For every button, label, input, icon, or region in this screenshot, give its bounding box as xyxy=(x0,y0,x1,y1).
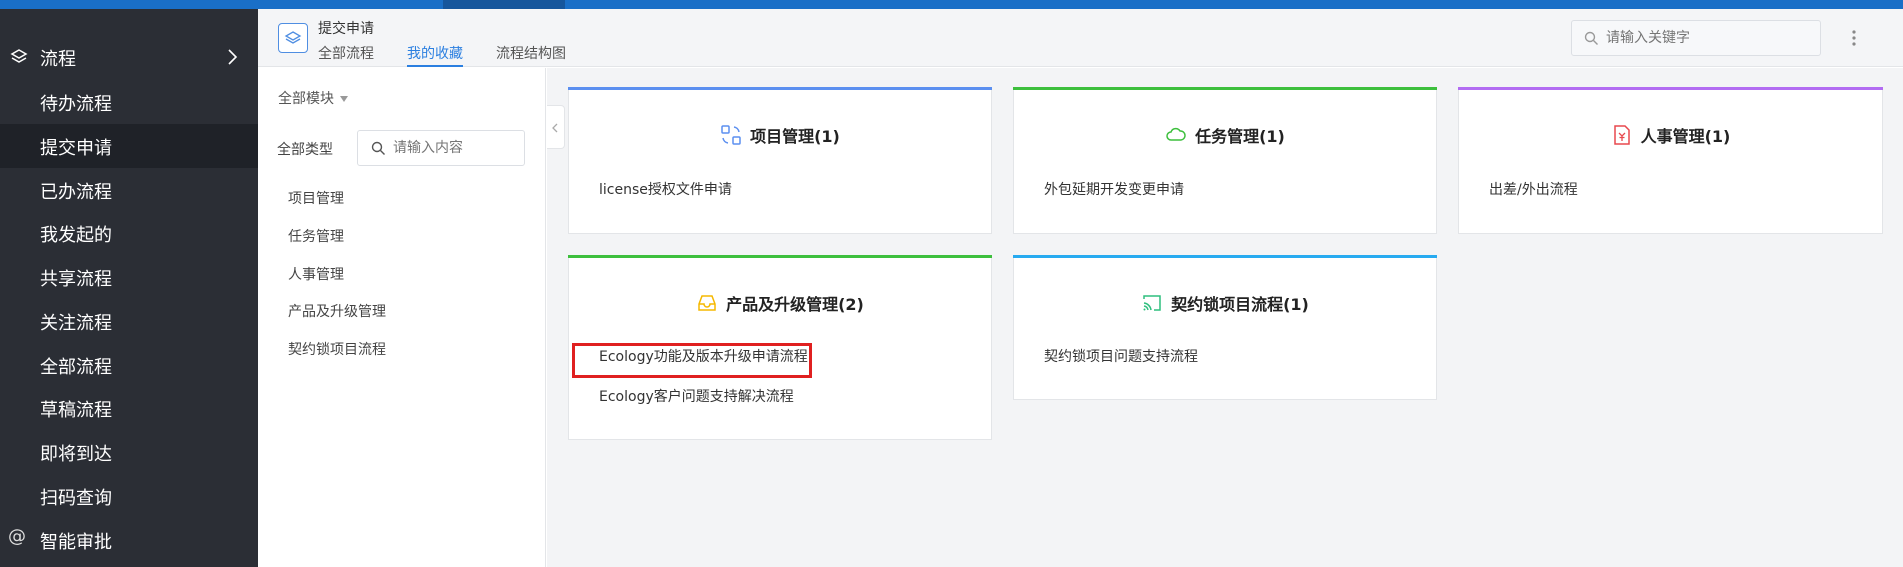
sidebar-item-label: 全部流程 xyxy=(40,357,112,378)
sidebar-item-label: 扫码查询 xyxy=(40,488,112,509)
tab-workflow-structure[interactable]: 流程结构图 xyxy=(496,43,566,67)
workflow-link[interactable]: 契约锁项目问题支持流程 xyxy=(1044,346,1198,366)
sidebar-item-drafts[interactable]: 草稿流程 xyxy=(0,386,258,430)
module-select-value: 全部模块 xyxy=(278,91,334,107)
workflow-link[interactable]: license授权文件申请 xyxy=(599,179,732,199)
sidebar-item-label: 关注流程 xyxy=(40,313,112,334)
cast-icon xyxy=(1143,295,1161,311)
chevron-left-icon xyxy=(552,123,558,133)
card-title-text: 人事管理(1) xyxy=(1640,127,1731,146)
sidebar-item-smart-approval[interactable]: @ 智能审批 xyxy=(0,518,258,562)
card-project-management: 项目管理(1) license授权文件申请 xyxy=(568,87,992,234)
filter-panel: 全部模块 全部类型 项目管理 任务管理 人事管理 产品及升级管理 契约锁项目流程 xyxy=(258,68,546,567)
sidebar-item-label: 已办流程 xyxy=(40,182,112,203)
card-title-text: 契约锁项目流程(1) xyxy=(1171,295,1309,314)
panel-collapse-handle[interactable] xyxy=(547,105,565,149)
sidebar: 流程 待办流程 提交申请 已办流程 我发起的 共享流程 关注流程 全部流程 草稿… xyxy=(0,9,258,567)
type-search-input[interactable] xyxy=(393,139,513,157)
card-accent-bar xyxy=(568,87,992,90)
card-task-management: 任务管理(1) 外包延期开发变更申请 xyxy=(1013,87,1437,234)
module-select[interactable]: 全部模块 xyxy=(278,88,348,108)
sidebar-item-submit[interactable]: 提交申请 xyxy=(0,124,258,168)
card-contract-lock: 契约锁项目流程(1) 契约锁项目问题支持流程 xyxy=(1013,255,1437,400)
sidebar-item-label: 提交申请 xyxy=(40,138,112,159)
card-accent-bar xyxy=(1458,87,1883,90)
keyword-search-input[interactable] xyxy=(1606,29,1806,47)
sidebar-item-label: 我发起的 xyxy=(40,225,112,246)
type-search[interactable] xyxy=(357,130,525,166)
sidebar-item-label: 智能审批 xyxy=(40,532,112,553)
page-title: 提交申请 xyxy=(318,21,374,37)
sidebar-item-label: 即将到达 xyxy=(40,444,112,465)
card-title[interactable]: 产品及升级管理(2) xyxy=(569,291,991,315)
card-title[interactable]: 人事管理(1) xyxy=(1459,123,1882,147)
sidebar-item-arriving[interactable]: 即将到达 xyxy=(0,430,258,474)
page-header: 提交申请 全部流程 我的收藏 流程结构图 xyxy=(258,9,1903,67)
category-item[interactable]: 产品及升级管理 xyxy=(288,301,386,321)
sidebar-item-followed[interactable]: 关注流程 xyxy=(0,299,258,343)
sidebar-item-label: 共享流程 xyxy=(40,269,112,290)
card-title[interactable]: 契约锁项目流程(1) xyxy=(1014,291,1436,315)
category-item[interactable]: 人事管理 xyxy=(288,264,344,284)
card-title-text: 任务管理(1) xyxy=(1195,127,1285,146)
card-accent-bar xyxy=(568,255,992,258)
top-strip-active xyxy=(443,0,565,9)
card-accent-bar xyxy=(1013,255,1437,258)
cloud-icon xyxy=(1166,127,1186,141)
keyword-search[interactable] xyxy=(1571,20,1821,56)
category-item[interactable]: 任务管理 xyxy=(288,226,344,246)
sidebar-item-label: 草稿流程 xyxy=(40,400,112,421)
sidebar-header-label: 流程 xyxy=(40,49,76,70)
sidebar-item-label: 待办流程 xyxy=(40,94,112,115)
document-yen-icon xyxy=(1613,125,1630,145)
tab-all-workflows[interactable]: 全部流程 xyxy=(318,43,374,67)
layers-icon xyxy=(10,49,28,63)
workflow-link[interactable]: 外包延期开发变更申请 xyxy=(1044,179,1184,199)
type-label: 全部类型 xyxy=(277,142,333,158)
workflow-link[interactable]: Ecology客户问题支持解决流程 xyxy=(599,386,794,406)
sidebar-item-scan[interactable]: 扫码查询 xyxy=(0,474,258,518)
category-item[interactable]: 契约锁项目流程 xyxy=(288,339,386,359)
inbox-icon xyxy=(698,295,716,311)
sidebar-item-done[interactable]: 已办流程 xyxy=(0,168,258,212)
project-icon xyxy=(721,125,741,145)
sidebar-header[interactable]: 流程 xyxy=(0,39,258,75)
workflow-link[interactable]: 出差/外出流程 xyxy=(1489,179,1578,199)
card-title[interactable]: 项目管理(1) xyxy=(569,123,991,147)
top-strip xyxy=(0,0,1903,9)
sidebar-item-all[interactable]: 全部流程 xyxy=(0,343,258,387)
sidebar-item-todo[interactable]: 待办流程 xyxy=(0,80,258,124)
card-hr-management: 人事管理(1) 出差/外出流程 xyxy=(1458,87,1883,234)
tab-my-favorites[interactable]: 我的收藏 xyxy=(407,43,463,67)
at-icon: @ xyxy=(8,526,26,547)
more-options-icon[interactable] xyxy=(1851,29,1857,47)
chevron-right-icon[interactable] xyxy=(227,48,239,66)
search-icon xyxy=(371,141,385,155)
main-content: 项目管理(1) license授权文件申请 任务管理(1) 外包延期开发变更申请… xyxy=(547,68,1903,567)
card-title[interactable]: 任务管理(1) xyxy=(1014,123,1436,147)
card-title-text: 项目管理(1) xyxy=(750,127,840,146)
card-title-text: 产品及升级管理(2) xyxy=(726,295,864,314)
sidebar-item-initiated[interactable]: 我发起的 xyxy=(0,211,258,255)
highlight-box xyxy=(572,343,812,378)
module-logo-icon xyxy=(278,23,308,53)
sidebar-item-shared[interactable]: 共享流程 xyxy=(0,255,258,299)
category-item[interactable]: 项目管理 xyxy=(288,188,344,208)
card-accent-bar xyxy=(1013,87,1437,90)
caret-down-icon xyxy=(340,96,348,102)
search-icon xyxy=(1584,31,1598,45)
